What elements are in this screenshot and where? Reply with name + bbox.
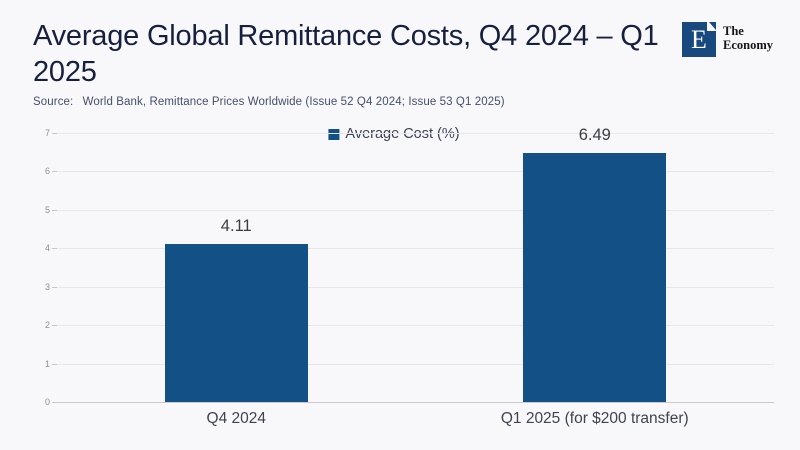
gridline	[57, 171, 774, 172]
source-text: World Bank, Remittance Prices Worldwide …	[79, 96, 504, 108]
y-axis-tick-mark	[52, 133, 57, 134]
source-note: Source: World Bank, Remittance Prices Wo…	[33, 96, 505, 108]
page-title: Average Global Remittance Costs, Q4 2024…	[33, 18, 673, 90]
y-axis-tick-mark	[52, 287, 57, 288]
y-tick-label: 3	[45, 282, 50, 292]
bar-1	[165, 244, 308, 402]
y-tick-label: 1	[45, 359, 50, 369]
bar-value-label: 4.11	[221, 217, 252, 236]
y-tick-label: 4	[45, 243, 50, 253]
y-axis-tick-mark	[52, 325, 57, 326]
y-axis-tick-labels: 01234567	[26, 133, 50, 402]
y-tick-label: 6	[45, 166, 50, 176]
page: { "header": { "title": "Average Global R…	[0, 0, 800, 450]
y-axis-tick-mark	[52, 210, 57, 211]
y-axis-tick-mark	[52, 402, 57, 403]
y-tick-label: 5	[45, 205, 50, 215]
x-axis-category-labels: Q4 2024 Q1 2025 (for $200 transfer)	[57, 408, 774, 434]
y-axis-tick-mark	[52, 248, 57, 249]
x-axis-line	[57, 402, 774, 403]
gridline	[57, 133, 774, 134]
source-label: Source:	[33, 96, 73, 108]
logo-accent-icon	[707, 22, 716, 31]
brand-logo: E The Economy	[682, 22, 773, 57]
logo-letter: E	[691, 25, 707, 54]
brand-logo-text: The Economy	[723, 25, 773, 52]
logo-name-line1: The	[723, 25, 773, 39]
brand-logo-mark: E	[682, 22, 716, 57]
bar-2	[523, 153, 666, 402]
y-axis-tick-mark	[52, 171, 57, 172]
x-category-label: Q4 2024	[207, 410, 266, 428]
logo-name-line2: Economy	[723, 39, 773, 53]
y-tick-label: 0	[45, 397, 50, 407]
chart-plot-area: 4.116.49	[57, 133, 774, 402]
bar-value-label: 6.49	[579, 126, 611, 145]
y-tick-label: 7	[45, 128, 50, 138]
x-category-label: Q1 2025 (for $200 transfer)	[501, 410, 689, 428]
y-axis-tick-mark	[52, 364, 57, 365]
y-tick-label: 2	[45, 320, 50, 330]
gridline	[57, 210, 774, 211]
